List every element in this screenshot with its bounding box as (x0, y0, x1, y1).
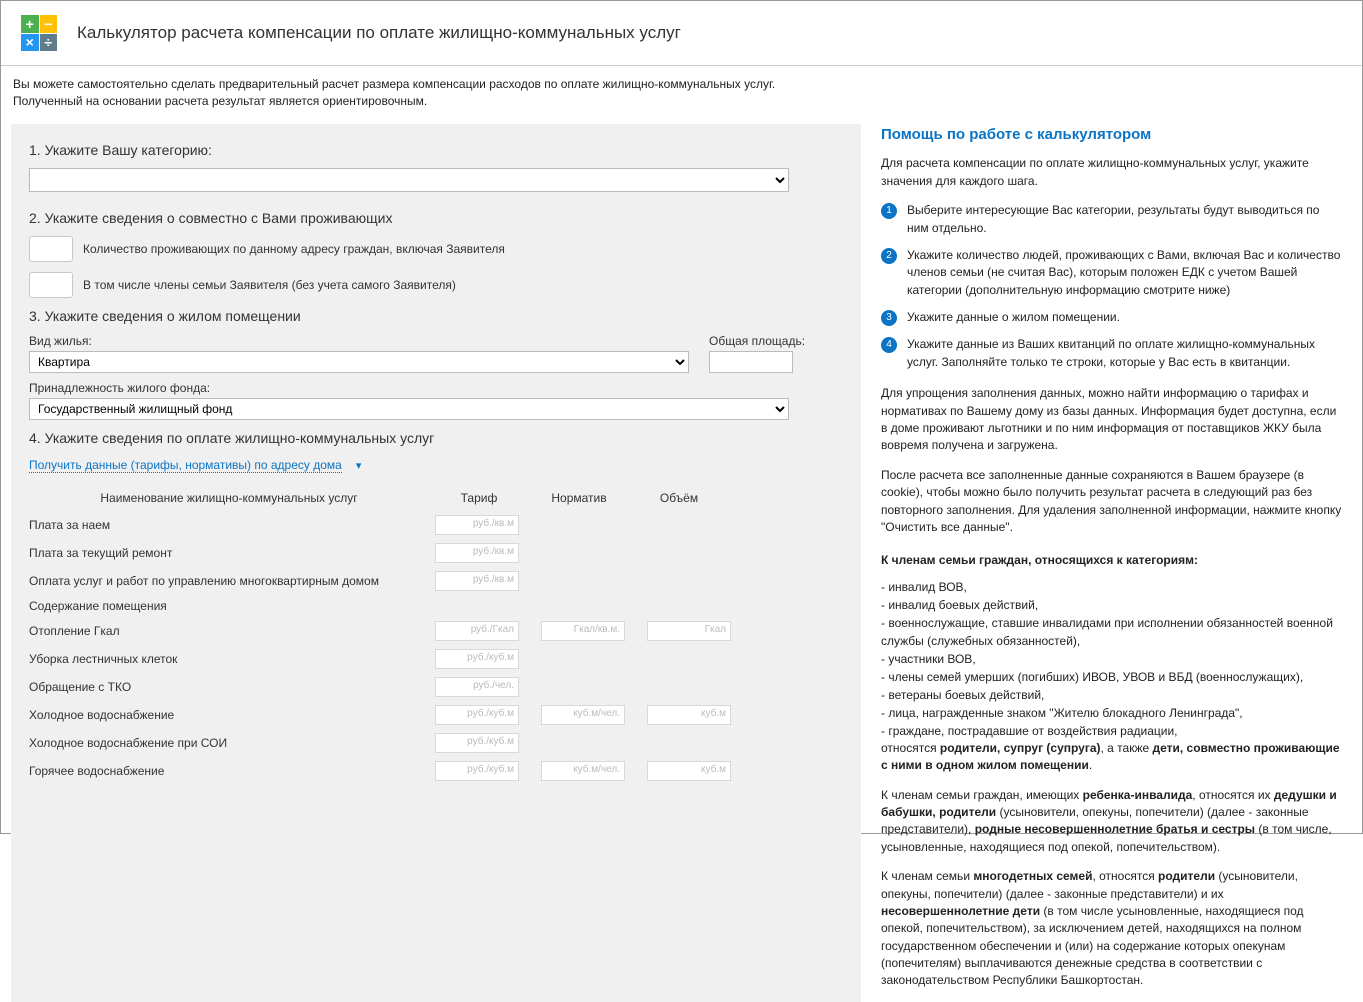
step-number-badge: 1 (881, 203, 897, 219)
help-sub: К членам семьи граждан, относящихся к ка… (881, 552, 1342, 569)
util-row: Отопление Гкал руб./Гкал Гкал/кв.м. Гкал (29, 621, 769, 641)
family-count-label: В том числе члены семьи Заявителя (без у… (83, 278, 456, 292)
family-count-input[interactable] (29, 272, 73, 298)
housing-type-label: Вид жилья: (29, 334, 689, 348)
step-number-badge: 3 (881, 310, 897, 326)
util-row: Уборка лестничных клеток руб./куб.м (29, 649, 769, 669)
step-text: Укажите данные из Ваших квитанций по опл… (907, 336, 1342, 371)
util-row: Горячее водоснабжение руб./куб.м куб.м/чел… (29, 761, 769, 781)
util-row: Обращение с ТКО руб./чел. (29, 677, 769, 697)
unit-input[interactable]: куб.м/чел. (541, 761, 625, 781)
unit-input[interactable]: руб./чел. (435, 677, 519, 697)
category-item: - ветераны боевых действий, (881, 686, 1342, 704)
util-row: Холодное водоснабжение при СОИ руб./куб.м (29, 733, 769, 753)
util-name: Холодное водоснабжение (29, 708, 429, 722)
help-panel: Помощь по работе с калькулятором Для рас… (881, 124, 1352, 1002)
util-name: Плата за текущий ремонт (29, 546, 429, 560)
step3-heading: 3. Укажите сведения о жилом помещении (29, 308, 843, 324)
help-p5: К членам семьи многодетных семей, относя… (881, 868, 1342, 990)
unit-input[interactable]: Гкал (647, 621, 731, 641)
step-text: Укажите данные о жилом помещении. (907, 309, 1342, 326)
unit-input[interactable]: руб./куб.м (435, 649, 519, 669)
page-header: + − × ÷ Калькулятор расчета компенсации … (1, 1, 1362, 66)
util-row: Плата за текущий ремонт руб./кв.м (29, 543, 769, 563)
intro-line1: Вы можете самостоятельно сделать предвар… (13, 76, 1350, 93)
util-row: Оплата услуг и работ по управлению много… (29, 571, 769, 591)
utilities-table: Наименование жилищно-коммунальных услуг … (29, 491, 769, 781)
category-item: - военнослужащие, ставшие инвалидами при… (881, 614, 1342, 650)
category-item: - лица, награжденные знаком "Жителю блок… (881, 704, 1342, 722)
util-name: Холодное водоснабжение при СОИ (29, 736, 429, 750)
col-norm: Норматив (529, 491, 629, 505)
col-name: Наименование жилищно-коммунальных услуг (29, 491, 429, 505)
category-item: - члены семей умерших (погибших) ИВОВ, У… (881, 668, 1342, 686)
util-name: Горячее водоснабжение (29, 764, 429, 778)
fund-select[interactable]: Государственный жилищный фонд (29, 398, 789, 420)
category-item: - граждане, пострадавшие от воздействия … (881, 722, 1342, 740)
help-title: Помощь по работе с калькулятором (881, 124, 1342, 146)
help-p2: После расчета все заполненные данные сох… (881, 467, 1342, 537)
step1-heading: 1. Укажите Вашу категорию: (29, 142, 843, 158)
help-p4: К членам семьи граждан, имеющих ребенка-… (881, 787, 1342, 857)
category-item: - инвалид боевых действий, (881, 596, 1342, 614)
form-panel: 1. Укажите Вашу категорию: 2. Укажите св… (11, 124, 861, 1002)
util-name: Содержание помещения (29, 599, 429, 613)
intro-line2: Полученный на основании расчета результа… (13, 93, 1350, 110)
step-text: Укажите количество людей, проживающих с … (907, 247, 1342, 299)
page-title: Калькулятор расчета компенсации по оплат… (77, 23, 681, 43)
col-volume: Объём (629, 491, 729, 505)
help-step: 1 Выберите интересующие Вас категории, ре… (881, 202, 1342, 237)
help-intro: Для расчета компенсации по оплате жилищн… (881, 155, 1342, 190)
unit-input[interactable]: куб.м (647, 705, 731, 725)
chevron-down-icon[interactable]: ▾ (356, 459, 362, 472)
util-name: Плата за наем (29, 518, 429, 532)
unit-input[interactable]: руб./кв.м (435, 515, 519, 535)
step-text: Выберите интересующие Вас категории, рез… (907, 202, 1342, 237)
intro-text: Вы можете самостоятельно сделать предвар… (1, 66, 1362, 124)
help-step: 2 Укажите количество людей, проживающих с… (881, 247, 1342, 299)
category-list: - инвалид ВОВ,- инвалид боевых действий,… (881, 578, 1342, 740)
unit-input[interactable]: руб./куб.м (435, 705, 519, 725)
unit-input[interactable]: Гкал/кв.м. (541, 621, 625, 641)
step-number-badge: 4 (881, 337, 897, 353)
step-number-badge: 2 (881, 248, 897, 264)
unit-input[interactable]: руб./куб.м (435, 761, 519, 781)
area-input[interactable] (709, 351, 793, 373)
category-item: - участники ВОВ, (881, 650, 1342, 668)
col-tariff: Тариф (429, 491, 529, 505)
help-step: 4 Укажите данные из Ваших квитанций по оп… (881, 336, 1342, 371)
category-item: - инвалид ВОВ, (881, 578, 1342, 596)
util-row: Плата за наем руб./кв.м (29, 515, 769, 535)
util-row: Содержание помещения (29, 599, 769, 613)
unit-input[interactable]: руб./Гкал (435, 621, 519, 641)
util-name: Обращение с ТКО (29, 680, 429, 694)
unit-input[interactable]: руб./куб.м (435, 733, 519, 753)
help-step: 3 Укажите данные о жилом помещении. (881, 309, 1342, 326)
unit-input[interactable]: руб./кв.м (435, 543, 519, 563)
housing-type-select[interactable]: Квартира (29, 351, 689, 373)
unit-input[interactable]: куб.м (647, 761, 731, 781)
util-row: Холодное водоснабжение руб./куб.м куб.м/че… (29, 705, 769, 725)
unit-input[interactable]: руб./кв.м (435, 571, 519, 591)
fund-label: Принадлежность жилого фонда: (29, 381, 843, 395)
area-label: Общая площадь: (709, 334, 805, 348)
app-logo: + − × ÷ (21, 15, 57, 51)
help-p1: Для упрощения заполнения данных, можно н… (881, 385, 1342, 455)
unit-input[interactable]: куб.м/чел. (541, 705, 625, 725)
load-data-link[interactable]: Получить данные (тарифы, нормативы) по а… (29, 458, 342, 473)
residents-count-label: Количество проживающих по данному адресу… (83, 242, 505, 256)
residents-count-input[interactable] (29, 236, 73, 262)
util-name: Оплата услуг и работ по управлению много… (29, 574, 429, 588)
category-select[interactable] (29, 168, 789, 192)
step4-heading: 4. Укажите сведения по оплате жилищно-ко… (29, 430, 843, 446)
step2-heading: 2. Укажите сведения о совместно с Вами п… (29, 210, 843, 226)
util-name: Уборка лестничных клеток (29, 652, 429, 666)
help-p3: относятся родители, супруг (супруга), а … (881, 740, 1342, 775)
util-name: Отопление Гкал (29, 624, 429, 638)
